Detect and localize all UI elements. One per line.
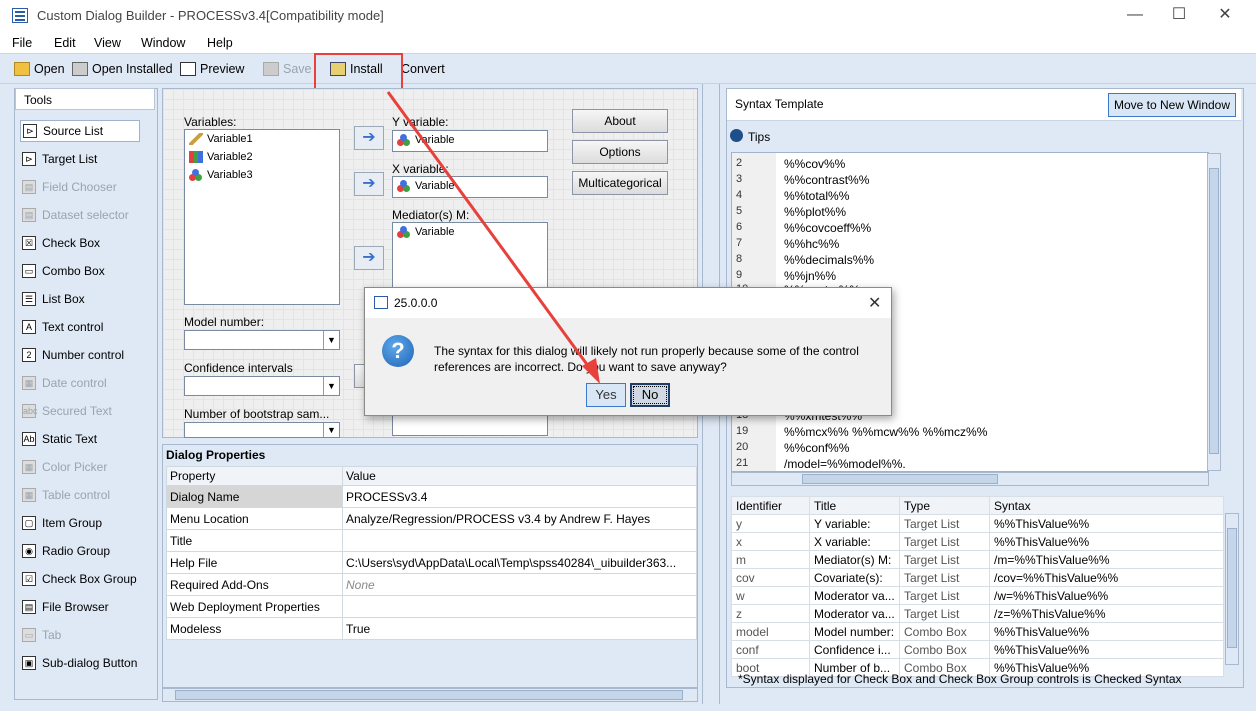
annotation-arrow (386, 91, 600, 384)
